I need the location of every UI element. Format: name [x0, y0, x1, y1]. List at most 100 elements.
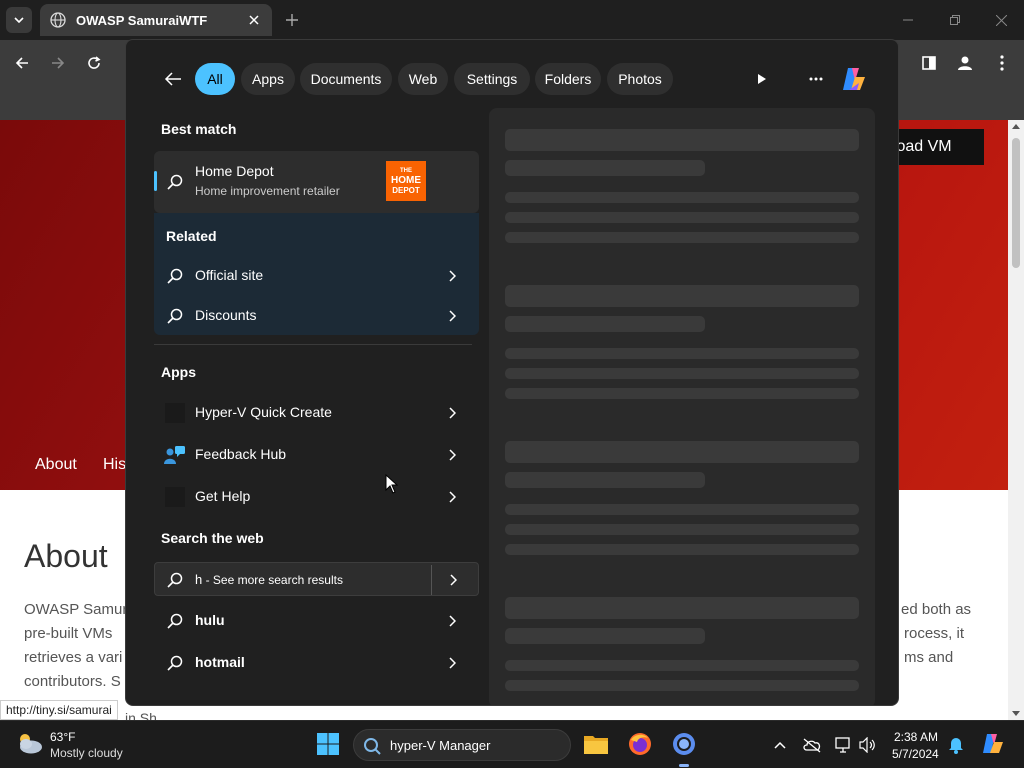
copilot-button[interactable] [838, 63, 870, 95]
skeleton-bar [505, 504, 859, 515]
best-match-heading: Best match [161, 121, 237, 137]
best-match-result[interactable]: Home Depot Home improvement retailer THE… [154, 151, 479, 213]
forward-button[interactable] [46, 51, 70, 75]
notifications-button[interactable] [946, 735, 966, 755]
filter-documents[interactable]: Documents [300, 63, 392, 95]
browser-tab[interactable]: OWASP SamuraiWTF [40, 4, 272, 36]
skeleton-bar [505, 285, 859, 307]
search-icon [166, 612, 184, 630]
taskbar: 63°F Mostly cloudy hyper-V Manager 2:38 … [0, 720, 1024, 768]
body-text-line: ed both as [901, 601, 972, 618]
body-text-line: rocess, it [904, 625, 965, 642]
page-scrollbar[interactable] [1008, 120, 1024, 720]
web-suggestion-hulu[interactable]: hulu [154, 601, 479, 641]
weather-widget[interactable] [14, 730, 46, 758]
web-suggestion-hotmail[interactable]: hotmail [154, 643, 479, 683]
search-icon [166, 571, 184, 589]
home-depot-logo: THE HOME DEPOT [386, 161, 426, 201]
nav-link-about[interactable]: About [35, 456, 77, 474]
scroll-up-arrow-icon[interactable] [1012, 124, 1020, 129]
app-item-label: Feedback Hub [195, 446, 287, 462]
app-item-feedback-hub[interactable]: Feedback Hub [154, 435, 479, 475]
back-button[interactable] [10, 51, 34, 75]
body-text-line: OWASP Samur [24, 601, 128, 618]
skeleton-bar [505, 544, 859, 555]
skeleton-bar [505, 212, 859, 223]
start-button[interactable] [314, 730, 342, 758]
link-status-bubble: http://tiny.si/samurai [0, 700, 118, 720]
onedrive-tray[interactable] [802, 735, 822, 755]
copilot-icon [983, 734, 1003, 753]
app-item-get-help[interactable]: Get Help [154, 477, 479, 517]
browser-menu-button[interactable] [990, 51, 1014, 75]
apps-heading: Apps [161, 364, 196, 380]
clock-time[interactable]: 2:38 AM [894, 730, 938, 744]
skeleton-bar [505, 660, 859, 671]
browser-tab-bar: OWASP SamuraiWTF [0, 0, 1024, 40]
web-suggestion-label: hulu [195, 612, 225, 628]
chevron-right-icon[interactable] [446, 573, 460, 587]
close-icon [995, 14, 1007, 26]
firefox-icon [629, 733, 651, 755]
new-tab-button[interactable] [282, 10, 302, 30]
hyper-v-icon [165, 403, 185, 423]
side-panel-icon [922, 56, 936, 70]
body-text-line: pre-built VMs [24, 625, 113, 642]
taskbar-chrome[interactable] [670, 730, 698, 758]
web-search-result[interactable]: h - See more search results [154, 562, 479, 596]
filter-all[interactable]: All [195, 63, 235, 95]
search-icon [363, 737, 381, 755]
best-match-title: Home Depot [195, 163, 274, 179]
related-item-discounts[interactable]: Discounts [154, 296, 479, 336]
minimize-button[interactable] [898, 10, 918, 30]
reload-button[interactable] [82, 51, 106, 75]
cloud-offline-icon [803, 738, 821, 753]
filter-folders[interactable]: Folders [535, 63, 601, 95]
arrow-right-icon [52, 57, 65, 69]
filter-apps[interactable]: Apps [241, 63, 295, 95]
body-text-line: ms and [904, 649, 954, 666]
app-item-label: Hyper-V Quick Create [195, 404, 332, 420]
volume-tray[interactable] [858, 735, 878, 755]
clock-date[interactable]: 5/7/2024 [892, 747, 939, 761]
related-item-official-site[interactable]: Official site [154, 256, 479, 296]
restore-button[interactable] [945, 10, 965, 30]
side-panel-button[interactable] [917, 51, 941, 75]
body-text-line: retrieves a vari [24, 649, 123, 666]
skeleton-bar [505, 680, 859, 691]
taskbar-firefox[interactable] [626, 730, 654, 758]
related-item-label: Discounts [195, 307, 257, 323]
scroll-down-arrow-icon[interactable] [1012, 711, 1020, 716]
profile-button[interactable] [953, 51, 977, 75]
filter-photos[interactable]: Photos [607, 63, 673, 95]
chevron-right-icon [445, 269, 459, 283]
app-item-label: Get Help [195, 488, 251, 504]
more-filters-button[interactable] [750, 67, 774, 91]
skeleton-bar [505, 232, 859, 243]
show-hidden-icons-button[interactable] [770, 735, 790, 755]
taskbar-file-explorer[interactable] [582, 730, 610, 758]
restore-icon [950, 15, 960, 25]
nav-link-history[interactable]: His [103, 456, 126, 474]
scroll-thumb[interactable] [1012, 138, 1020, 268]
chevron-right-icon [445, 448, 459, 462]
skeleton-bar [505, 368, 859, 379]
search-icon [166, 267, 184, 285]
related-item-label: Official site [195, 267, 264, 283]
copilot-taskbar-button[interactable] [980, 732, 1006, 756]
taskbar-search-box[interactable]: hyper-V Manager [353, 729, 571, 761]
about-heading: About [24, 538, 108, 574]
app-item-hyper-v-quick-create[interactable]: Hyper-V Quick Create [154, 393, 479, 433]
filter-web[interactable]: Web [398, 63, 448, 95]
arrow-left-icon [15, 57, 28, 69]
search-back-button[interactable] [162, 68, 184, 90]
filter-settings[interactable]: Settings [454, 63, 530, 95]
network-tray[interactable] [834, 735, 854, 755]
skeleton-bar [505, 348, 859, 359]
more-options-button[interactable] [804, 67, 828, 91]
selection-indicator [154, 171, 157, 191]
close-window-button[interactable] [991, 10, 1011, 30]
tab-search-button[interactable] [6, 7, 32, 33]
close-tab-icon[interactable] [246, 12, 262, 28]
related-heading: Related [166, 228, 217, 244]
